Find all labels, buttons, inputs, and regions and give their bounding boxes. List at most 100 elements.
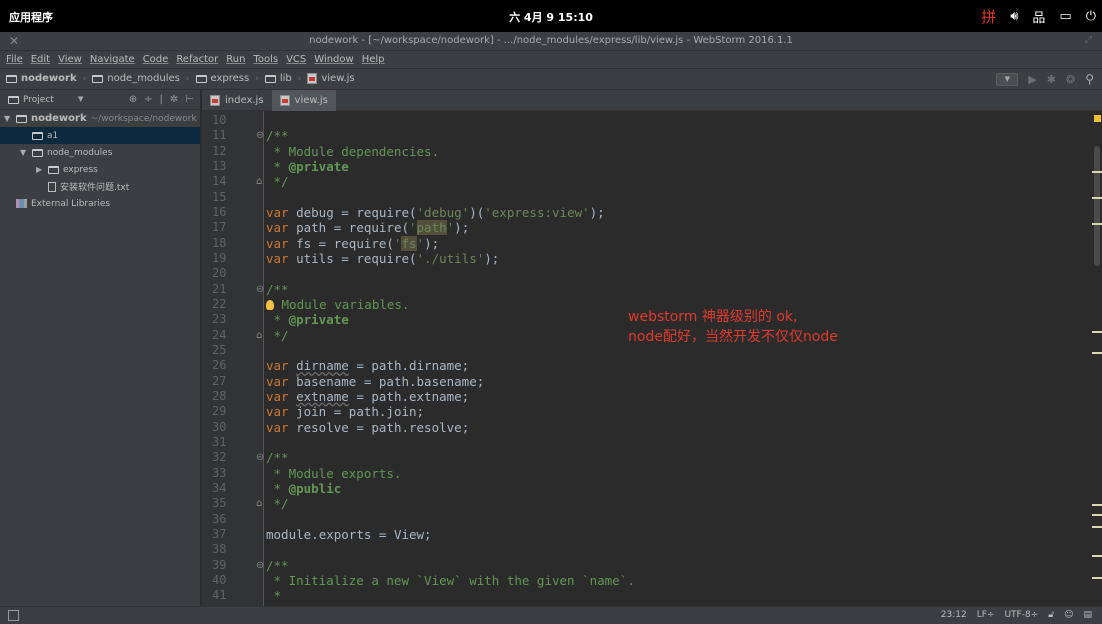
tree-item[interactable]: ▼ nodework ~/workspace/nodework (0, 110, 200, 127)
chevron-down-icon[interactable]: ▼ (78, 95, 83, 103)
hide-panel-icon[interactable]: ⊢ (185, 94, 194, 105)
lock-icon[interactable]: 🔓︎ (1048, 610, 1054, 620)
clock[interactable]: 六 4月 9 15:10 (0, 9, 1102, 25)
gear-icon[interactable]: ✲ (170, 94, 178, 105)
expand-arrow-icon[interactable]: ▼ (4, 114, 12, 123)
menu-refactor[interactable]: Refactor (176, 51, 218, 68)
code-line[interactable]: var extname = path.extname; (266, 389, 469, 404)
code-line[interactable]: var debug = require('debug')('express:vi… (266, 205, 605, 220)
tree-item[interactable]: External Libraries (0, 195, 200, 212)
expand-arrow-icon[interactable]: ▼ (20, 148, 28, 157)
tab-index-js[interactable]: index.js (202, 90, 272, 111)
volume-icon[interactable]: 🔊︎ (1010, 9, 1018, 24)
breadcrumb-item[interactable]: view.js (307, 73, 355, 84)
error-stripe-mark[interactable] (1092, 577, 1102, 579)
code-line[interactable]: * @private (266, 312, 349, 327)
code-line[interactable]: * Module exports. (266, 466, 402, 481)
menu-code[interactable]: Code (143, 51, 169, 68)
fold-end-icon[interactable]: ⌂ (256, 174, 262, 189)
tool-windows-toggle-icon[interactable] (8, 610, 19, 621)
error-stripe-mark[interactable] (1092, 514, 1102, 516)
event-log-icon[interactable]: ▤ (1083, 610, 1092, 620)
code-line[interactable]: var utils = require('./utils'); (266, 251, 499, 266)
fold-end-icon[interactable]: ⌂ (256, 328, 262, 343)
menu-help[interactable]: Help (362, 51, 385, 68)
code-line[interactable]: var resolve = path.resolve; (266, 420, 469, 435)
error-stripe[interactable] (1090, 111, 1102, 606)
menu-file[interactable]: File (6, 51, 23, 68)
error-stripe-mark[interactable] (1092, 555, 1102, 557)
code-line[interactable]: /** (266, 282, 289, 297)
caret-position[interactable]: 23:12 (941, 610, 967, 620)
code-line[interactable]: /** (266, 128, 289, 143)
code-line[interactable]: /** (266, 558, 289, 573)
project-view-selector[interactable]: Project (8, 95, 54, 105)
tree-item[interactable]: a1 (0, 127, 200, 144)
menu-vcs[interactable]: VCS (286, 51, 306, 68)
coverage-icon[interactable]: ❂ (1066, 73, 1075, 86)
code-editor[interactable]: 10 11 ⊖ 12 13 14 ⌂ 15 16 17 18 19 20 21 ⊖ 22 23 24 ⌂ 25 26 27… (202, 111, 1102, 606)
breadcrumb-item[interactable]: express (195, 73, 249, 84)
error-stripe-mark[interactable] (1092, 171, 1102, 173)
editor-scrollbar-thumb[interactable] (1094, 146, 1100, 266)
code-line[interactable]: */ (266, 496, 289, 511)
code-line[interactable]: /** (266, 450, 289, 465)
error-stripe-mark[interactable] (1092, 526, 1102, 528)
menu-window[interactable]: Window (314, 51, 353, 68)
code-line[interactable]: var dirname = path.dirname; (266, 358, 469, 373)
run-icon[interactable]: ▶ (1028, 73, 1036, 86)
power-icon[interactable]: ⏻ (1086, 9, 1096, 24)
tree-item[interactable]: ▼ node_modules (0, 144, 200, 161)
code-line[interactable]: Module variables. (266, 297, 409, 312)
expand-arrow-icon[interactable]: ▶ (36, 165, 44, 174)
debug-icon[interactable]: ✱ (1047, 73, 1056, 86)
fold-collapse-icon[interactable]: ⊖ (256, 282, 264, 297)
encoding-selector[interactable]: UTF-8÷ (1004, 610, 1038, 620)
code-line[interactable]: */ (266, 174, 289, 189)
breadcrumb-item[interactable]: node_modules (92, 73, 180, 84)
fold-collapse-icon[interactable]: ⊖ (256, 128, 264, 143)
code-line[interactable]: module.exports = View; (266, 527, 432, 542)
error-stripe-mark[interactable] (1092, 331, 1102, 333)
scroll-from-source-icon[interactable]: ⊕ (129, 94, 137, 105)
code-line[interactable]: * @private (266, 159, 349, 174)
code-line[interactable]: * (266, 588, 282, 603)
error-stripe-mark[interactable] (1092, 223, 1102, 225)
menu-tools[interactable]: Tools (253, 51, 278, 68)
code-line[interactable]: */ (266, 328, 289, 343)
error-stripe-mark[interactable] (1092, 197, 1102, 199)
search-icon[interactable]: ⚲ (1085, 72, 1094, 86)
menu-view[interactable]: View (58, 51, 82, 68)
battery-icon[interactable]: ▭ (1059, 9, 1071, 24)
code-line[interactable]: var join = path.join; (266, 404, 424, 419)
breadcrumb-item[interactable]: lib (264, 73, 292, 84)
tree-item[interactable]: 安装软件问题.txt (0, 178, 200, 195)
maximize-window-icon[interactable]: ⤢ (1085, 35, 1092, 45)
network-icon[interactable]: 品 (1032, 7, 1045, 26)
input-method-icon[interactable]: 拼 (981, 6, 996, 27)
error-stripe-mark[interactable] (1092, 352, 1102, 354)
code-line[interactable]: * Initialize a new `View` with the given… (266, 573, 635, 588)
collapse-all-icon[interactable]: ÷ (144, 94, 152, 105)
inspection-status-icon[interactable] (1094, 115, 1101, 122)
code-line[interactable]: var path = require('path'); (266, 220, 469, 236)
menu-edit[interactable]: Edit (31, 51, 50, 68)
fold-end-icon[interactable]: ⌂ (256, 496, 262, 511)
fold-collapse-icon[interactable]: ⊖ (256, 450, 264, 465)
line-separator-selector[interactable]: LF÷ (977, 610, 995, 620)
code-line[interactable]: var fs = require('fs'); (266, 235, 439, 251)
menu-run[interactable]: Run (226, 51, 245, 68)
lightbulb-icon[interactable] (266, 300, 274, 311)
code-line[interactable]: * Module dependencies. (266, 144, 440, 159)
tab-view-js[interactable]: view.js (271, 90, 336, 111)
code-line[interactable]: * @public (266, 481, 342, 496)
menu-navigate[interactable]: Navigate (90, 51, 135, 68)
fold-collapse-icon[interactable]: ⊖ (256, 558, 264, 573)
run-configuration-dropdown[interactable]: ▼ (996, 72, 1019, 86)
line-number-gutter[interactable]: 10 11 ⊖ 12 13 14 ⌂ 15 16 17 18 19 20 21 ⊖ 22 23 24 ⌂ 25 26 27… (202, 111, 264, 606)
code-line[interactable]: var basename = path.basename; (266, 374, 484, 389)
inspector-icon[interactable]: ☺ (1064, 610, 1073, 620)
tree-item[interactable]: ▶ express (0, 161, 200, 178)
error-stripe-mark[interactable] (1092, 504, 1102, 506)
breadcrumb-item[interactable]: nodework (6, 73, 77, 84)
